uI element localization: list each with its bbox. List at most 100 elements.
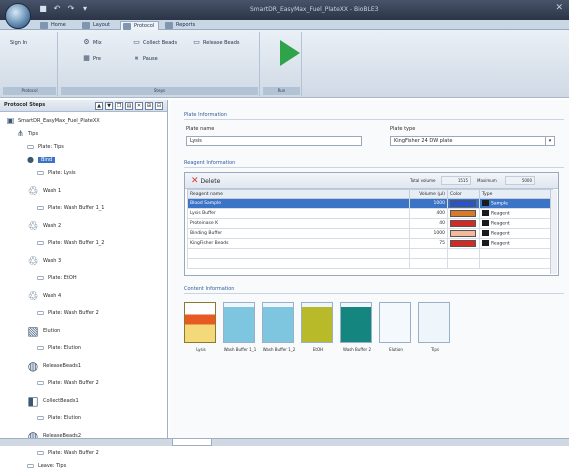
plate-tile[interactable]: Lysis — [184, 302, 216, 352]
plate-tile[interactable]: Wash Buffer 2 — [340, 302, 372, 352]
tab-layout[interactable]: Layout — [80, 21, 114, 30]
plate-type-select[interactable]: KingFisher 24 DW plate ▾ — [390, 136, 555, 146]
tree-item[interactable]: ▭ Plate: EtOH — [0, 272, 167, 285]
type-cell[interactable]: Reagent — [479, 228, 553, 239]
delete-button[interactable]: ✕ Delete — [191, 176, 220, 187]
plate-name-input[interactable]: Lysis — [186, 136, 362, 146]
tree-item[interactable]: ▭ Plate: Wash Buffer 2 — [0, 447, 167, 460]
pre-icon: ▦ — [83, 54, 90, 62]
tree-item[interactable]: ▭ Plate: Wash Buffer 2 — [0, 377, 167, 390]
tree-item-label: Wash 1 — [43, 188, 62, 194]
type-cell[interactable]: Reagent — [479, 208, 553, 219]
table-row[interactable]: Proteinase K 40 Reagent — [187, 218, 553, 229]
tree-item[interactable]: ♲ Wash 2 — [0, 215, 167, 237]
type-label: Sample — [491, 201, 508, 207]
reagent-name-cell[interactable]: KingFisher Beads — [187, 238, 410, 249]
reagent-name-cell[interactable]: Blood Sample — [187, 198, 410, 209]
plate-tile[interactable]: Tips — [418, 302, 450, 352]
reagent-scrollbar[interactable] — [550, 190, 557, 274]
volume-cell[interactable]: 400 — [409, 208, 448, 219]
column-header[interactable]: Color — [447, 189, 480, 199]
tree-item[interactable]: ▣ SmartDR_EasyMax_Fuel_PlateXX — [0, 115, 167, 128]
volume-cell[interactable]: 1000 — [409, 228, 448, 239]
expand-icon[interactable]: ⊞ — [145, 102, 153, 110]
tab-home[interactable]: Home — [38, 21, 70, 30]
redo-icon[interactable]: ↷ — [66, 4, 76, 14]
pre-button[interactable]: ▦ Pre — [82, 54, 101, 64]
save-icon[interactable]: ■ — [38, 4, 48, 14]
tree-item[interactable]: ▭ Plate: Wash Buffer 1_1 — [0, 202, 167, 215]
tree-item[interactable]: ▭ Plate: Elution — [0, 412, 167, 425]
tree-item[interactable]: ▭ Plate: Lysis — [0, 167, 167, 180]
plate-tile[interactable]: Elution — [379, 302, 411, 352]
tree-item[interactable]: ◧ CollectBeads1 — [0, 390, 167, 412]
application-menu-button[interactable] — [5, 3, 31, 29]
paste-icon[interactable]: ▤ — [125, 102, 133, 110]
tree-item[interactable]: ♲ Wash 4 — [0, 285, 167, 307]
color-cell[interactable] — [447, 208, 480, 219]
collapse-icon[interactable]: ⊟ — [155, 102, 163, 110]
dropdown-icon[interactable]: ▾ — [80, 4, 90, 14]
tree-item[interactable]: ▭ Plate: Wash Buffer 2 — [0, 307, 167, 320]
title-bar: ■ ↶ ↷ ▾ SmartDR_EasyMax_Fuel_PlateXX - B… — [0, 0, 569, 20]
reagent-name-cell[interactable]: Lysis Buffer — [187, 208, 410, 219]
plate-tile[interactable]: Wash Buffer 1_1 — [223, 302, 256, 352]
color-cell[interactable] — [447, 198, 480, 209]
table-row[interactable]: Blood Sample 1000 Sample — [187, 198, 553, 209]
tree-item-label: Tips — [28, 131, 39, 137]
chevron-down-icon[interactable]: ▾ — [545, 137, 554, 145]
tree-item[interactable]: ♲ Wash 1 — [0, 180, 167, 202]
tree-item[interactable]: ▭ Plate: Tips — [0, 141, 167, 154]
color-cell[interactable] — [447, 218, 480, 229]
table-row[interactable]: KingFisher Beads 75 Reagent — [187, 238, 553, 249]
tree-item[interactable]: ▭ Plate: Wash Buffer 1_2 — [0, 237, 167, 250]
tab-reports[interactable]: Reports — [163, 21, 199, 30]
wash-icon: ♲ — [27, 288, 39, 303]
close-button[interactable]: ✕ — [555, 3, 563, 13]
color-swatch — [450, 220, 476, 227]
tab-protocol[interactable]: Protocol — [120, 21, 160, 30]
type-cell[interactable]: Sample — [479, 198, 553, 209]
volume-cell[interactable]: 40 — [409, 218, 448, 229]
move-down-icon[interactable]: ▼ — [105, 102, 113, 110]
delete-step-icon[interactable]: ✕ — [135, 102, 143, 110]
copy-icon[interactable]: ❐ — [115, 102, 123, 110]
status-tab[interactable] — [172, 439, 212, 446]
color-swatch — [450, 200, 476, 207]
release-beads-button[interactable]: ▭ Release Beads — [192, 38, 239, 48]
sign-in-button[interactable]: Sign In — [10, 38, 27, 48]
wash-icon: ♲ — [27, 183, 39, 198]
reagent-name-cell[interactable]: Proteinase K — [187, 218, 410, 229]
tree-item-label: Plate: Wash Buffer 2 — [48, 380, 99, 386]
reagent-name-cell[interactable]: Binding Buffer — [187, 228, 410, 239]
tree-item[interactable]: ♲ Wash 3 — [0, 250, 167, 272]
color-cell[interactable] — [447, 238, 480, 249]
volume-cell[interactable]: 1000 — [409, 198, 448, 209]
tree-item[interactable]: ▭ Leave: Tips — [0, 460, 167, 473]
maximum-value: 5000 — [505, 176, 535, 185]
empty-row — [187, 248, 553, 259]
plate-tile[interactable]: Wash Buffer 1_2 — [262, 302, 295, 352]
column-header[interactable]: Reagent name — [187, 189, 410, 199]
pause-button[interactable]: ⏸ Pause — [132, 54, 158, 64]
table-row[interactable]: Binding Buffer 1000 Reagent — [187, 228, 553, 239]
undo-icon[interactable]: ↶ — [52, 4, 62, 14]
tree-item[interactable]: ⋔ Tips — [0, 128, 167, 141]
run-button[interactable] — [280, 40, 300, 66]
plate-tile[interactable]: EtOH — [301, 302, 333, 352]
tree-item[interactable]: ▭ Plate: Elution — [0, 342, 167, 355]
tree-item[interactable]: ● Bind — [0, 154, 167, 167]
ribbon-group-label: Steps — [61, 87, 258, 95]
mix-button[interactable]: ⚙ Mix — [82, 38, 101, 48]
tree-item[interactable]: ◍ ReleaseBeads1 — [0, 355, 167, 377]
collect-beads-button[interactable]: ▭ Collect Beads — [132, 38, 177, 48]
type-cell[interactable]: Reagent — [479, 238, 553, 249]
column-header[interactable]: Volume (µl) — [409, 189, 448, 199]
table-row[interactable]: Lysis Buffer 400 Reagent — [187, 208, 553, 219]
column-header[interactable]: Type — [479, 189, 553, 199]
move-up-icon[interactable]: ▲ — [95, 102, 103, 110]
type-cell[interactable]: Reagent — [479, 218, 553, 229]
volume-cell[interactable]: 75 — [409, 238, 448, 249]
tree-item[interactable]: ▧ Elution — [0, 320, 167, 342]
color-cell[interactable] — [447, 228, 480, 239]
